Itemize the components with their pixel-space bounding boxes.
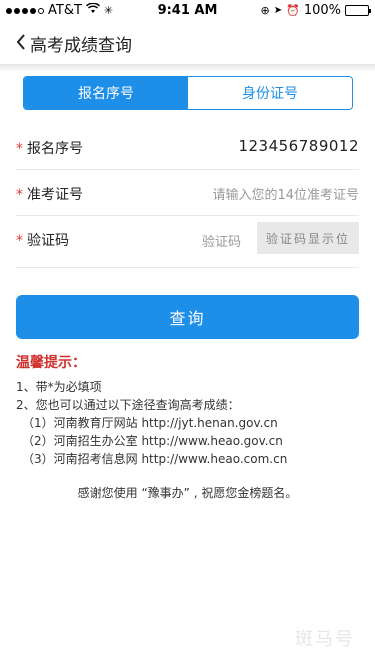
tips-link-heao-gov[interactable]: （2）河南招生办公室 http://www.heao.gov.cn [16, 432, 359, 450]
nav-bar: 高考成绩查询 [0, 20, 375, 64]
thanks-message: 感谢您使用 “豫事办” , 祝愿您金榜题名。 [77, 486, 298, 500]
location-icon: ➤ [273, 5, 283, 16]
tips-section: 温馨提示： 1、带*为必填项 2、您也可以通过以下途径查询高考成绩： （1）河南… [16, 352, 359, 468]
tips-link-jyt[interactable]: （1）河南教育厅网站 http://jyt.henan.gov.cn [16, 414, 359, 432]
page-title: 高考成绩查询 [30, 36, 132, 56]
query-button[interactable]: 查询 [16, 295, 359, 339]
tips-line: 1、带*为必填项 [16, 380, 102, 394]
status-right: ⊕ ➤ ⏰ 100% [260, 3, 371, 18]
captcha-row: * 验证码 验证码 验证码显示位 [16, 222, 359, 268]
required-star: * [16, 141, 23, 157]
captcha-image[interactable]: 验证码显示位 [257, 222, 359, 254]
orientation-lock-icon: ⊕ [260, 4, 270, 17]
chevron-left-icon [16, 34, 25, 50]
query-type-tabs: 报名序号 身份证号 [23, 76, 353, 110]
registration-input[interactable]: 123456789012 [238, 137, 359, 155]
admission-input[interactable]: 请输入您的14位准考证号 [212, 184, 359, 203]
tab-registration-number[interactable]: 报名序号 [24, 77, 188, 109]
header-divider [0, 64, 375, 72]
back-button[interactable] [10, 30, 32, 54]
tips-title: 温馨提示： [16, 355, 86, 371]
admission-row: * 准考证号 请输入您的14位准考证号 [16, 170, 359, 216]
tips-link-heao-com[interactable]: （3）河南招考信息网 http://www.heao.com.cn [16, 450, 359, 468]
battery-percent: 100% [303, 3, 341, 18]
required-star: * [16, 187, 23, 203]
tips-line: 2、您也可以通过以下途径查询高考成绩： [16, 398, 240, 412]
captcha-label: * 验证码 [16, 233, 69, 249]
required-star: * [16, 233, 23, 249]
tab-id-number[interactable]: 身份证号 [188, 77, 352, 109]
battery-icon [345, 5, 371, 16]
registration-label: * 报名序号 [16, 141, 83, 157]
registration-row: * 报名序号 123456789012 [16, 124, 359, 170]
status-bar: AT&T ✳ 9:41 AM ⊕ ➤ ⏰ 100% [0, 0, 375, 20]
admission-label: * 准考证号 [16, 187, 83, 203]
captcha-input[interactable]: 验证码 [202, 231, 241, 250]
alarm-icon: ⏰ [286, 4, 300, 17]
watermark: 斑马号 [295, 629, 355, 650]
